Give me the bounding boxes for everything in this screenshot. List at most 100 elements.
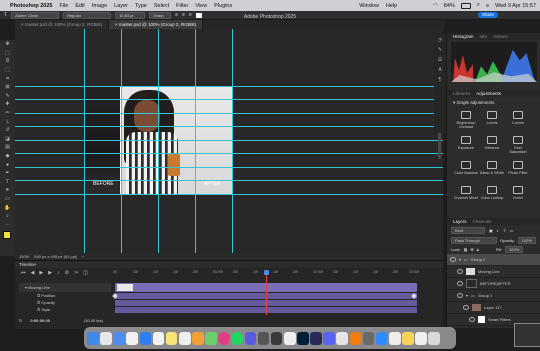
- guide-horizontal[interactable]: [15, 167, 443, 168]
- menu-select[interactable]: Select: [154, 3, 169, 9]
- guide-horizontal[interactable]: [15, 194, 443, 195]
- transition-icon[interactable]: ◫: [83, 270, 88, 276]
- history-brush-icon[interactable]: ↺: [0, 126, 15, 135]
- adjustment-item[interactable]: Exposure: [453, 134, 479, 159]
- filter-shape-icon[interactable]: ▭: [510, 228, 514, 233]
- prev-frame-icon[interactable]: ◀: [31, 270, 35, 276]
- adjustment-item[interactable]: Photo Filter: [505, 159, 531, 184]
- photos-icon[interactable]: [192, 331, 204, 345]
- guide-horizontal[interactable]: [15, 180, 443, 181]
- tab-histogram[interactable]: Histogram: [453, 33, 474, 40]
- menu-filter[interactable]: Filter: [176, 3, 188, 9]
- firefox-icon[interactable]: [218, 331, 230, 345]
- type-tool-icon[interactable]: T: [0, 178, 15, 187]
- playhead[interactable]: [266, 271, 267, 315]
- app-icon[interactable]: [336, 331, 348, 345]
- discord-icon[interactable]: [323, 331, 335, 345]
- first-frame-icon[interactable]: ⏮: [21, 270, 26, 276]
- app-icon[interactable]: [402, 331, 414, 345]
- frame-tool-icon[interactable]: ⊠: [0, 83, 15, 92]
- menu-view[interactable]: View: [195, 3, 207, 9]
- eye-icon[interactable]: [457, 281, 463, 286]
- adjustment-item[interactable]: Hue/ Saturation: [505, 134, 531, 159]
- eye-icon[interactable]: [450, 257, 456, 262]
- eraser-tool-icon[interactable]: ◪: [0, 135, 15, 144]
- guide-horizontal[interactable]: [15, 86, 443, 87]
- facetime-icon[interactable]: [205, 331, 217, 345]
- color-swatches[interactable]: [0, 229, 15, 243]
- photoshop-icon[interactable]: [297, 331, 309, 345]
- trash-icon[interactable]: [441, 331, 453, 345]
- filter-pixel-icon[interactable]: ▣: [489, 228, 493, 233]
- guide-vertical[interactable]: [121, 29, 122, 253]
- control-center-icon[interactable]: ≡: [486, 3, 489, 9]
- canvas-area[interactable]: BEFORE AFTER: [15, 29, 443, 253]
- app-icon[interactable]: [270, 331, 283, 345]
- settings-icon[interactable]: ⚙: [65, 270, 69, 276]
- calendar-icon[interactable]: [152, 331, 165, 345]
- menu-image[interactable]: Image: [92, 3, 107, 9]
- guide-horizontal[interactable]: [15, 140, 443, 141]
- app-icon[interactable]: [257, 331, 270, 345]
- track-position[interactable]: ⏱ Position: [19, 292, 111, 299]
- zoom-tool-icon[interactable]: ⌕: [0, 212, 15, 221]
- dodge-tool-icon[interactable]: ●: [0, 160, 15, 169]
- document-tab-active[interactable]: × master.psd @ 100% (Group 2, RGB/8): [109, 20, 203, 29]
- guide-vertical[interactable]: [232, 29, 233, 253]
- app-icon[interactable]: [244, 331, 257, 345]
- more-tools-icon[interactable]: ⋯: [0, 220, 15, 229]
- tab-layers[interactable]: Layers: [453, 218, 467, 225]
- app-icon[interactable]: [428, 331, 440, 345]
- clock[interactable]: Wed 9 Apr 15:57: [495, 3, 536, 9]
- tab-channels[interactable]: Channels: [473, 218, 492, 225]
- guide-horizontal[interactable]: [15, 126, 443, 127]
- chevron-right-icon[interactable]: ›: [82, 254, 83, 259]
- brush-settings-icon[interactable]: ✎: [434, 47, 446, 57]
- tab-actions[interactable]: Actions: [493, 33, 508, 40]
- adjustment-item[interactable]: Brightness/ Contrast: [453, 109, 479, 134]
- app-icon[interactable]: [283, 331, 296, 345]
- blur-tool-icon[interactable]: ◆: [0, 152, 15, 161]
- document-tab[interactable]: × master.psd @ 100% (Group 2, RGB/8): [15, 20, 109, 29]
- thumbnail-preview[interactable]: [514, 323, 540, 347]
- eye-icon[interactable]: [457, 293, 463, 298]
- eye-icon[interactable]: [457, 269, 463, 274]
- eye-icon[interactable]: [463, 305, 469, 310]
- adjustment-item[interactable]: Channel Mixer: [453, 184, 479, 209]
- menu-type[interactable]: Type: [135, 3, 147, 9]
- fill-input[interactable]: 100%: [505, 246, 524, 253]
- adjustment-item[interactable]: Vibrance: [479, 134, 505, 159]
- filter-adjust-icon[interactable]: ◐: [497, 228, 499, 233]
- guide-vertical[interactable]: [158, 29, 159, 253]
- play-icon[interactable]: ▶: [39, 270, 43, 276]
- app-icon[interactable]: [388, 331, 401, 345]
- object-select-tool-icon[interactable]: ⬚: [0, 66, 15, 75]
- layer-row[interactable]: ▾ ▭ Group 1: [447, 290, 540, 302]
- layer-row[interactable]: Moving Line: [447, 266, 540, 278]
- gradient-tool-icon[interactable]: ▤: [0, 143, 15, 152]
- lock-all-icon[interactable]: 🔒︎: [477, 247, 479, 252]
- pen-tool-icon[interactable]: ✒: [0, 169, 15, 178]
- layer-row[interactable]: BEFORE|AFTER: [447, 278, 540, 290]
- app-name-menu[interactable]: Photoshop 2025: [10, 3, 52, 9]
- lock-position-icon[interactable]: ✥: [470, 247, 473, 252]
- marquee-tool-icon[interactable]: ⬚: [0, 49, 15, 58]
- crop-tool-icon[interactable]: ⌗: [0, 74, 15, 83]
- adjustment-item[interactable]: Color Lookup: [479, 184, 505, 209]
- menu-edit[interactable]: Edit: [75, 3, 84, 9]
- menu-window[interactable]: Window: [359, 3, 379, 9]
- chevron-down-icon[interactable]: ▾: [466, 293, 468, 298]
- app-icon[interactable]: [415, 331, 427, 345]
- document-size[interactable]: 540 px x 405 px (81 ppi): [34, 254, 77, 259]
- next-frame-icon[interactable]: ▶: [48, 270, 52, 276]
- menu-file[interactable]: File: [59, 3, 68, 9]
- render-video-icon[interactable]: ↻: [19, 318, 22, 323]
- vlc-icon[interactable]: [349, 331, 362, 345]
- menu-plugins[interactable]: Plugins: [214, 3, 232, 9]
- app-icon[interactable]: [362, 331, 375, 345]
- playhead-handle[interactable]: [264, 270, 269, 275]
- paragraph-icon[interactable]: ¶: [434, 77, 446, 87]
- guide-vertical[interactable]: [195, 29, 196, 253]
- track-style[interactable]: ⏱ Style: [19, 306, 111, 313]
- adjustment-item[interactable]: Curves: [505, 109, 531, 134]
